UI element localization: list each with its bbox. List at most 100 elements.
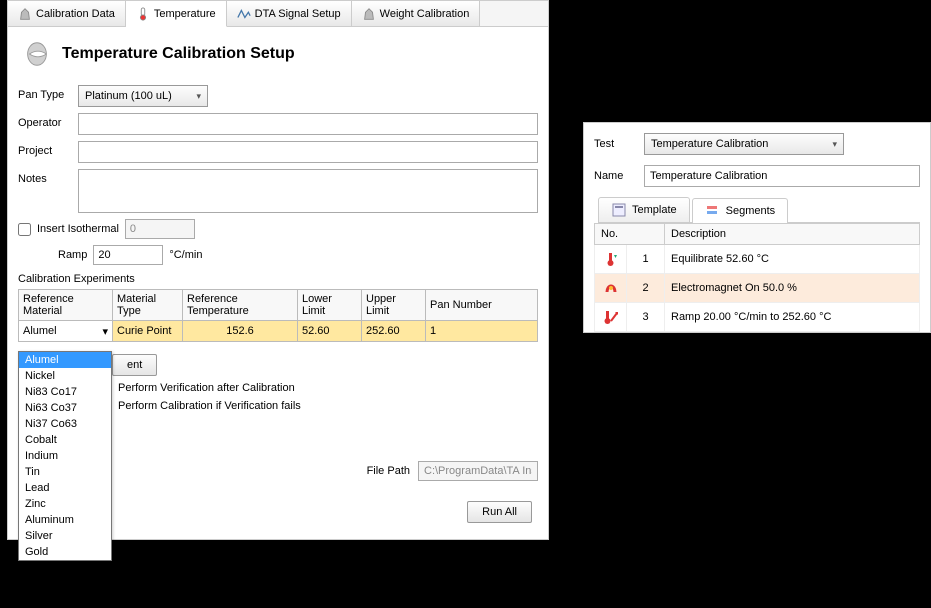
col-description: Description: [665, 224, 920, 245]
run-all-button[interactable]: Run All: [467, 501, 532, 523]
project-label: Project: [18, 141, 78, 157]
signal-icon: [237, 7, 251, 21]
app-logo-icon: [22, 39, 52, 69]
calibration-setup-panel: Calibration Data Temperature DTA Signal …: [7, 0, 549, 540]
tab-template[interactable]: Template: [598, 197, 690, 222]
calibration-experiments-label: Calibration Experiments: [18, 273, 538, 285]
chevron-down-icon: ▾: [196, 91, 201, 102]
notes-label: Notes: [18, 169, 78, 185]
project-input[interactable]: [78, 141, 538, 163]
dd-item-aluminum[interactable]: Aluminum: [19, 512, 111, 528]
dd-item-silver[interactable]: Silver: [19, 528, 111, 544]
test-select[interactable]: Temperature Calibration ▾: [644, 133, 844, 155]
tab-label: Segments: [726, 205, 776, 217]
thermometer-icon: [136, 7, 150, 21]
right-tabs: Template Segments: [598, 197, 920, 223]
dd-item-alumel[interactable]: Alumel: [19, 352, 111, 368]
chevron-down-icon: ▾: [102, 325, 108, 338]
segment-description: Ramp 20.00 °C/min to 252.60 °C: [665, 303, 920, 332]
col-no: No.: [595, 224, 665, 245]
cal-if-fail-label: Perform Calibration if Verification fail…: [118, 400, 538, 412]
col-pan-number[interactable]: Pan Number: [426, 290, 538, 321]
segments-panel: Test Temperature Calibration ▾ Name Temp…: [583, 122, 931, 333]
name-input[interactable]: [644, 165, 920, 187]
col-upper-limit[interactable]: Upper Limit: [362, 290, 426, 321]
test-label: Test: [594, 138, 634, 150]
template-icon: [611, 202, 627, 218]
chevron-down-icon: ▾: [832, 139, 837, 150]
upper-limit-cell: 252.60: [362, 322, 425, 340]
segment-number: 2: [627, 274, 665, 303]
dd-item-indium[interactable]: Indium: [19, 448, 111, 464]
lower-limit-cell: 52.60: [298, 322, 361, 340]
page-header: Temperature Calibration Setup: [8, 27, 548, 81]
reference-material-value: Alumel: [23, 325, 57, 337]
test-value: Temperature Calibration: [651, 138, 768, 150]
tab-calibration-data[interactable]: Calibration Data: [8, 1, 126, 26]
table-row[interactable]: Alumel ▾ Curie Point 152.6 52.60 252.60 …: [19, 321, 538, 342]
tab-segments[interactable]: Segments: [692, 198, 789, 223]
weight-icon: [18, 7, 32, 21]
segments-table: No. Description 1 Equilibrate 52.60 °C 2…: [594, 223, 920, 332]
name-label: Name: [594, 170, 634, 182]
page-title: Temperature Calibration Setup: [62, 45, 295, 63]
segment-description: Electromagnet On 50.0 %: [665, 274, 920, 303]
tab-label: Weight Calibration: [380, 8, 470, 20]
electromagnet-icon: [603, 280, 619, 296]
segment-number: 1: [627, 245, 665, 274]
tab-weight-calibration[interactable]: Weight Calibration: [352, 1, 481, 26]
segment-number: 3: [627, 303, 665, 332]
ramp-label: Ramp: [58, 249, 87, 261]
pan-type-label: Pan Type: [18, 85, 78, 101]
tab-label: Temperature: [154, 8, 216, 20]
verify-after-label: Perform Verification after Calibration: [118, 382, 538, 394]
equilibrate-icon: [603, 251, 619, 267]
tab-dta-signal[interactable]: DTA Signal Setup: [227, 1, 352, 26]
col-reference-temperature[interactable]: Reference Temperature: [183, 290, 298, 321]
segment-row[interactable]: 1 Equilibrate 52.60 °C: [595, 245, 920, 274]
weight-icon: [362, 7, 376, 21]
pan-type-select[interactable]: Platinum (100 uL) ▾: [78, 85, 208, 107]
dd-item-lead[interactable]: Lead: [19, 480, 111, 496]
add-experiment-button[interactable]: ent: [112, 354, 157, 376]
col-lower-limit[interactable]: Lower Limit: [298, 290, 362, 321]
ramp-unit: °C/min: [169, 249, 202, 261]
insert-isothermal-label: Insert Isothermal: [37, 223, 119, 235]
operator-label: Operator: [18, 113, 78, 129]
col-material-type[interactable]: Material Type: [113, 290, 183, 321]
ramp-icon: [603, 309, 619, 325]
tab-label: DTA Signal Setup: [255, 8, 341, 20]
filepath-input[interactable]: [418, 461, 538, 481]
reference-material-select[interactable]: Alumel ▾: [19, 321, 112, 341]
calibration-experiments-table: Reference Material Material Type Referen…: [18, 289, 538, 342]
pan-type-value: Platinum (100 uL): [85, 90, 172, 102]
tab-label: Calibration Data: [36, 8, 115, 20]
ramp-input[interactable]: [93, 245, 163, 265]
dd-item-ni83co17[interactable]: Ni83 Co17: [19, 384, 111, 400]
insert-isothermal-value[interactable]: [125, 219, 195, 239]
main-tabs: Calibration Data Temperature DTA Signal …: [8, 1, 548, 27]
post-calibration-options: Perform Verification after Calibration P…: [118, 382, 538, 412]
dd-item-nickel[interactable]: Nickel: [19, 368, 111, 384]
filepath-label: File Path: [367, 465, 410, 477]
operator-input[interactable]: [78, 113, 538, 135]
insert-isothermal-checkbox[interactable]: [18, 223, 31, 236]
segments-icon: [705, 203, 721, 219]
dd-item-zinc[interactable]: Zinc: [19, 496, 111, 512]
dd-item-cobalt[interactable]: Cobalt: [19, 432, 111, 448]
segment-row[interactable]: 2 Electromagnet On 50.0 %: [595, 274, 920, 303]
dd-item-gold[interactable]: Gold: [19, 544, 111, 560]
dd-item-ni37co63[interactable]: Ni37 Co63: [19, 416, 111, 432]
tab-label: Template: [632, 204, 677, 216]
pan-number-cell: 1: [426, 322, 537, 340]
segment-row[interactable]: 3 Ramp 20.00 °C/min to 252.60 °C: [595, 303, 920, 332]
notes-input[interactable]: [78, 169, 538, 213]
material-type-cell: Curie Point: [113, 322, 182, 340]
segment-description: Equilibrate 52.60 °C: [665, 245, 920, 274]
tab-temperature[interactable]: Temperature: [126, 1, 227, 27]
reference-material-dropdown[interactable]: Alumel Nickel Ni83 Co17 Ni63 Co37 Ni37 C…: [18, 351, 112, 561]
dd-item-ni63co37[interactable]: Ni63 Co37: [19, 400, 111, 416]
reference-temperature-cell: 152.6: [183, 322, 297, 340]
dd-item-tin[interactable]: Tin: [19, 464, 111, 480]
col-reference-material[interactable]: Reference Material: [19, 290, 113, 321]
